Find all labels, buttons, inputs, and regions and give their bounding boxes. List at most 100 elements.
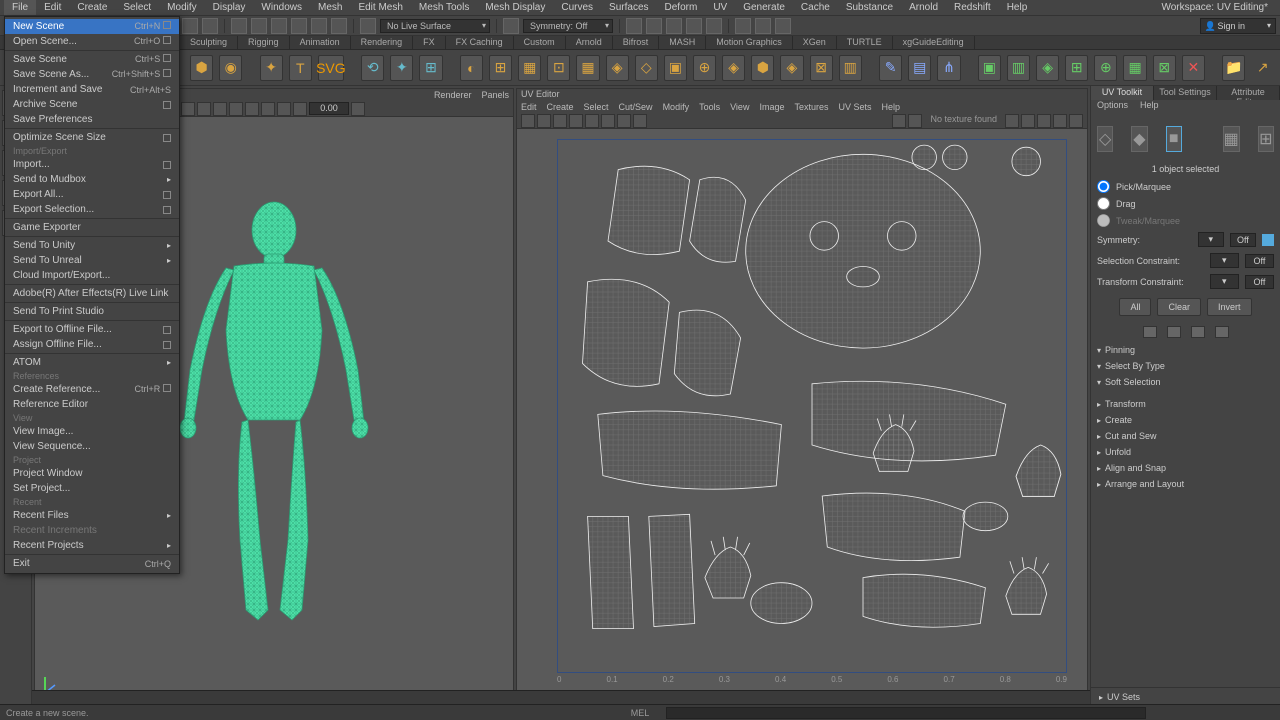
vp-tool-icon[interactable] (351, 102, 365, 116)
section-selectbytype[interactable]: Select By Type (1097, 358, 1274, 374)
section-pinning[interactable]: Pinning (1097, 342, 1274, 358)
menu-assign-offline[interactable]: Assign Offline File... (5, 337, 179, 352)
selconst-dd[interactable]: ▾ (1210, 253, 1239, 268)
menu-select[interactable]: Select (115, 0, 159, 15)
clear-button[interactable]: Clear (1157, 298, 1201, 316)
shelf-icon[interactable]: ⊡ (547, 55, 570, 81)
shelf-icon[interactable]: ▤ (908, 55, 931, 81)
shelf-icon[interactable]: ⊞ (1065, 55, 1088, 81)
selconst-val[interactable]: Off (1245, 254, 1274, 268)
shelf-icon[interactable]: ▥ (1007, 55, 1030, 81)
menu-curves[interactable]: Curves (553, 0, 601, 15)
menu-recent-projects[interactable]: Recent Projects (5, 538, 179, 553)
menu-optimize-scene[interactable]: Optimize Scene Size (5, 130, 179, 145)
toolbar-icon[interactable] (202, 18, 218, 34)
playback-icon[interactable] (686, 18, 702, 34)
uv-tool-icon[interactable] (601, 114, 615, 128)
shelf-icon[interactable]: ◈ (1036, 55, 1059, 81)
menu-uv[interactable]: UV (705, 0, 735, 15)
snap-icon[interactable] (231, 18, 247, 34)
symmetry-dropdown[interactable]: Symmetry: Off (523, 19, 613, 33)
shelf-icon[interactable]: ↗ (1251, 55, 1274, 81)
menu-send-mudbox[interactable]: Send to Mudbox (5, 172, 179, 187)
menu-recent-files[interactable]: Recent Files (5, 508, 179, 523)
shelf-icon[interactable]: ◈ (722, 55, 745, 81)
face-icon[interactable]: ■ (1166, 126, 1182, 152)
edge-icon[interactable]: ◆ (1131, 126, 1147, 152)
uv-menu[interactable]: Edit (521, 102, 537, 112)
tconst-dd[interactable]: ▾ (1210, 274, 1239, 289)
menu-view-image[interactable]: View Image... (5, 424, 179, 439)
grow-icon[interactable] (1191, 326, 1205, 338)
shelf-tab[interactable]: TURTLE (837, 36, 893, 49)
grow-icon[interactable] (1143, 326, 1157, 338)
menu-display[interactable]: Display (205, 0, 254, 15)
vp-tool-icon[interactable] (197, 102, 211, 116)
shelf-tab[interactable]: XGen (793, 36, 837, 49)
vp-tool-icon[interactable] (245, 102, 259, 116)
menu-new-scene[interactable]: New SceneCtrl+N (5, 19, 179, 34)
uv-menu[interactable]: Select (584, 102, 609, 112)
menu-deform[interactable]: Deform (657, 0, 706, 15)
section-create[interactable]: Create (1097, 412, 1274, 428)
uv-tool-icon[interactable] (1069, 114, 1083, 128)
menu-view-sequence[interactable]: View Sequence... (5, 439, 179, 454)
uv-tool-icon[interactable] (892, 114, 906, 128)
shelf-icon[interactable]: SVG (318, 55, 344, 81)
no-live-surface-dropdown[interactable]: No Live Surface (380, 19, 490, 33)
menu-cache[interactable]: Cache (793, 0, 838, 15)
shelf-icon[interactable]: ◇ (635, 55, 658, 81)
menu-edit[interactable]: Edit (36, 0, 69, 15)
menu-save-prefs[interactable]: Save Preferences (5, 112, 179, 127)
viewport-menu[interactable]: Panels (481, 90, 509, 100)
shelf-tab[interactable]: Motion Graphics (706, 36, 793, 49)
section-transform[interactable]: Transform (1097, 396, 1274, 412)
menu-send-unreal[interactable]: Send To Unreal (5, 253, 179, 268)
shelf-icon[interactable]: ⬢ (751, 55, 774, 81)
playback-icon[interactable] (646, 18, 662, 34)
shelf-tab[interactable]: MASH (659, 36, 706, 49)
shelf-icon[interactable]: ✦ (390, 55, 413, 81)
menu-editmesh[interactable]: Edit Mesh (350, 0, 410, 15)
shelf-tab[interactable]: FX (413, 36, 446, 49)
shelf-tab[interactable]: Arnold (566, 36, 613, 49)
symmetry-val[interactable]: Off (1230, 233, 1256, 247)
uv-tool-icon[interactable] (1021, 114, 1035, 128)
uv-tool-icon[interactable] (908, 114, 922, 128)
snap-icon[interactable] (291, 18, 307, 34)
uv-tool-icon[interactable] (1037, 114, 1051, 128)
shelf-icon[interactable]: ◐ (460, 55, 483, 81)
uv-canvas[interactable]: 00.10.20.30.40.50.60.70.80.9 (0/22) UV s… (517, 129, 1087, 703)
symmetry-dd[interactable]: ▾ (1198, 232, 1224, 247)
shelf-icon[interactable]: ▥ (839, 55, 862, 81)
menu-modify[interactable]: Modify (159, 0, 204, 15)
shelf-tab[interactable]: Bifrost (613, 36, 660, 49)
render-icon[interactable] (775, 18, 791, 34)
uv-tool-icon[interactable] (569, 114, 583, 128)
menu-cloud-import-export[interactable]: Cloud Import/Export... (5, 268, 179, 283)
menu-export-offline[interactable]: Export to Offline File... (5, 322, 179, 337)
uv-icon[interactable]: ▦ (1223, 126, 1240, 152)
uv-tool-icon[interactable] (633, 114, 647, 128)
render-icon[interactable] (735, 18, 751, 34)
shelf-tab[interactable]: Rendering (351, 36, 414, 49)
shelf-icon[interactable]: ◉ (219, 55, 242, 81)
shelf-icon[interactable]: ⬢ (190, 55, 213, 81)
uv-tool-icon[interactable] (1053, 114, 1067, 128)
signin-button[interactable]: Sign in (1200, 18, 1276, 34)
shelf-icon[interactable]: ◈ (606, 55, 629, 81)
shelf-tab[interactable]: Custom (514, 36, 566, 49)
shelf-icon[interactable]: ⊞ (419, 55, 442, 81)
render-icon[interactable] (755, 18, 771, 34)
menu-redshift[interactable]: Redshift (946, 0, 999, 15)
uv-tool-icon[interactable] (1005, 114, 1019, 128)
shelf-icon[interactable]: T (289, 55, 312, 81)
shelf-tab[interactable]: FX Caching (446, 36, 514, 49)
uv-menu[interactable]: Cut/Sew (619, 102, 653, 112)
shelf-icon[interactable]: ⊕ (693, 55, 716, 81)
tab-attreditor[interactable]: Attribute Editor (1217, 86, 1280, 100)
menu-meshdisplay[interactable]: Mesh Display (477, 0, 553, 15)
uv-menu[interactable]: Image (759, 102, 784, 112)
shelf-icon[interactable]: ✦ (260, 55, 283, 81)
tab-toolsettings[interactable]: Tool Settings (1154, 86, 1217, 100)
